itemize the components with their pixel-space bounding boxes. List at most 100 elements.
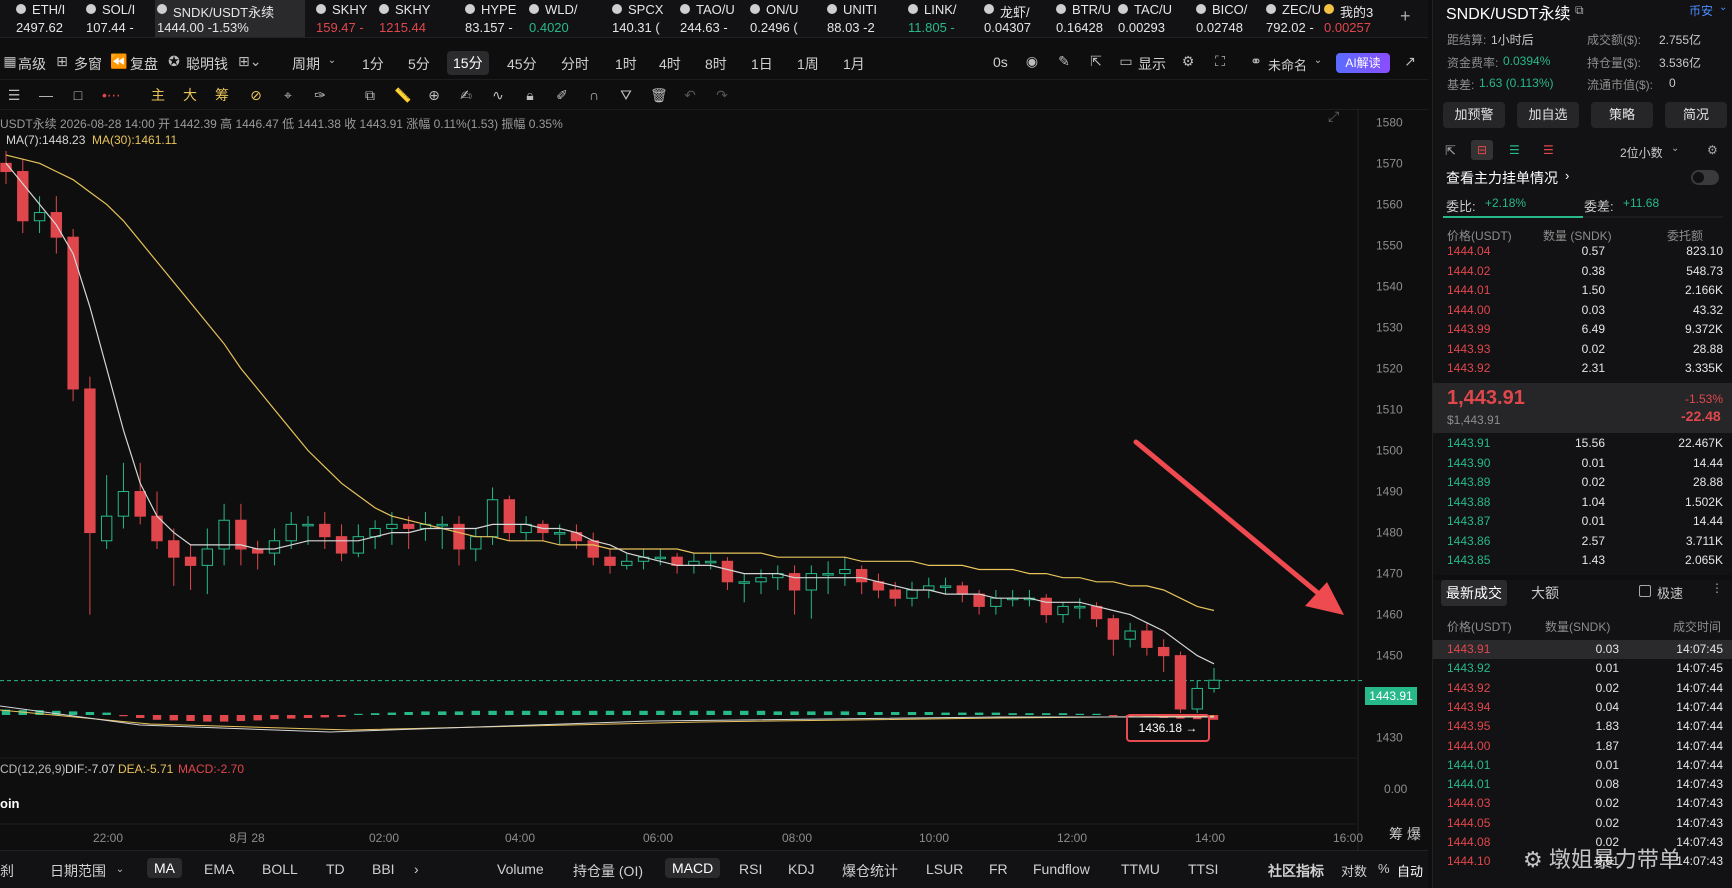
ask-row[interactable]: 1444.02 0.38 548.73 (1433, 262, 1732, 281)
more-icon[interactable]: ⋮ (1711, 581, 1723, 595)
date-range-button[interactable]: 日期范围 (50, 861, 106, 881)
copy-icon[interactable]: ⧉ (362, 87, 378, 103)
percent-toggle[interactable]: % (1378, 861, 1390, 876)
ticker-item[interactable]: ETH/I 2497.62 (14, 0, 82, 37)
ask-row[interactable]: 1444.04 0.57 823.10 (1433, 242, 1732, 261)
pen-icon[interactable]: ✎ (1056, 53, 1072, 69)
auto-scale-toggle[interactable]: 自动 (1397, 861, 1423, 880)
indicator-lsur[interactable]: LSUR (926, 861, 963, 877)
fast-label[interactable]: 极速 (1657, 583, 1683, 602)
replay-icon[interactable]: ⏪ (110, 53, 127, 69)
ticker-item[interactable]: TAC/U 0.00293 (1116, 0, 1192, 37)
display-icon[interactable]: ▭ (1118, 53, 1134, 69)
decimals-select[interactable]: 2位小数 (1620, 144, 1663, 161)
trade-row[interactable]: 1443.92 0.01 14:07:45 (1433, 659, 1732, 678)
log-scale-toggle[interactable]: 对数 (1341, 861, 1367, 880)
big-icon[interactable]: 大 (182, 87, 198, 103)
camera-icon[interactable]: ◉ (1024, 53, 1040, 69)
filter-icon[interactable]: ⛛ (618, 87, 634, 103)
trash-icon[interactable]: 🗑︎ (650, 87, 668, 103)
settings-icon[interactable]: ⚙ (1707, 143, 1718, 157)
trade-tab-latest[interactable]: 最新成交 (1441, 580, 1507, 606)
period-dropdown[interactable]: 周期 (292, 54, 320, 74)
orderbook-both-icon[interactable]: ⊟ (1471, 140, 1493, 160)
interval-15m[interactable]: 15分 (447, 51, 489, 75)
interval-1m[interactable]: 1分 (362, 54, 384, 74)
ticker-item[interactable]: SOL/I 107.44 - (84, 0, 152, 37)
ticker-item[interactable]: UNITI 88.03 -2 (825, 0, 903, 37)
horizontal-line-icon[interactable]: — (38, 87, 54, 103)
undo-icon[interactable]: ↶ (682, 87, 698, 103)
indicator-ttmu[interactable]: TTMU (1121, 861, 1160, 877)
external-icon[interactable]: ⇱ (1088, 53, 1104, 69)
settings-icon[interactable]: ⚙ (1180, 53, 1196, 69)
ticker-item[interactable]: ON/U 0.2496 ( (748, 0, 822, 37)
ticker-item[interactable]: TAO/U 244.63 - (678, 0, 746, 37)
indicator-volume[interactable]: Volume (497, 861, 544, 877)
ticker-item[interactable]: HYPE 83.157 - (463, 0, 525, 37)
indicator-fundflow[interactable]: Fundflow (1033, 861, 1090, 877)
grid-icon[interactable]: ▦ (2, 53, 18, 69)
bid-row[interactable]: 1443.87 0.01 14.44 (1433, 512, 1732, 531)
expand-chart-icon[interactable]: ⤢ (1328, 108, 1339, 125)
trade-row[interactable]: 1444.01 0.08 14:07:43 (1433, 775, 1732, 794)
display-button[interactable]: 显示 (1138, 54, 1166, 74)
orderbook-bids-icon[interactable]: ☰ (1509, 143, 1520, 157)
ask-row[interactable]: 1444.00 0.03 43.32 (1433, 301, 1732, 320)
bid-row[interactable]: 1443.86 2.57 3.711K (1433, 532, 1732, 551)
indicator-icon[interactable]: ⊞⌄ (238, 53, 261, 69)
marker-icon[interactable]: ✍ (458, 87, 474, 103)
community-indicators[interactable]: 社区指标 (1268, 861, 1324, 881)
ticker-item[interactable]: BICO/0.02748 (1194, 0, 1262, 37)
trade-row[interactable]: 1444.05 0.02 14:07:43 (1433, 814, 1732, 833)
fullscreen-icon[interactable]: ⛶ (1212, 53, 1228, 69)
add-watchlist-button[interactable]: 加自选 (1517, 102, 1579, 128)
link-icon[interactable]: ⚭ (1248, 53, 1264, 69)
interval-8h[interactable]: 8时 (705, 54, 727, 74)
interval-4h[interactable]: 4时 (659, 54, 681, 74)
ask-row[interactable]: 1443.92 2.31 3.335K (1433, 359, 1732, 378)
ticker-item[interactable]: WLD/0.4020 (527, 0, 609, 37)
ask-row[interactable]: 1443.99 6.49 9.372K (1433, 320, 1732, 339)
trade-tab-large[interactable]: 大额 (1531, 583, 1559, 603)
toolbar-replay[interactable]: 复盘 (130, 54, 158, 74)
trade-row[interactable]: 1444.01 0.01 14:07:44 (1433, 756, 1732, 775)
trade-row[interactable]: 1444.00 1.87 14:07:44 (1433, 737, 1732, 756)
crosshair-icon[interactable]: ⌖ (280, 87, 296, 103)
indicator-macd[interactable]: MACD (665, 858, 721, 878)
ticker-item[interactable]: SNDK/USDT永续 1444.00 -1.53% (155, 0, 305, 37)
bid-row[interactable]: 1443.90 0.01 14.44 (1433, 454, 1732, 473)
interval-1w[interactable]: 1周 (797, 54, 819, 74)
layout-name[interactable]: 未命名 (1268, 55, 1307, 74)
ticker-item[interactable]: LINK/11.805 - (906, 0, 978, 37)
trade-row[interactable]: 1443.91 0.03 14:07:45 (1433, 640, 1732, 659)
ruler-icon[interactable]: 📏 (394, 87, 411, 103)
share-icon[interactable]: ↗ (1402, 53, 1418, 69)
add-tab-button[interactable]: + (1400, 6, 1411, 27)
trade-row[interactable]: 1443.94 0.04 14:07:44 (1433, 698, 1732, 717)
interval-1d[interactable]: 1日 (751, 54, 773, 74)
trade-row[interactable]: 1444.03 0.02 14:07:43 (1433, 794, 1732, 813)
overview-button[interactable]: 简况 (1665, 102, 1727, 128)
indicator-oi[interactable]: 持仓量 (OI) (573, 861, 643, 881)
brush-icon[interactable]: ✑ (312, 87, 328, 103)
ticker-item[interactable]: 龙虾/0.04307 (982, 0, 1054, 37)
bottom-left-label[interactable]: 刹 (0, 861, 14, 881)
indicator-liquidation[interactable]: 爆仓统计 (842, 861, 898, 881)
rectangle-icon[interactable]: □ (70, 87, 86, 103)
zoom-icon[interactable]: ⊕ (426, 87, 442, 103)
ask-row[interactable]: 1443.93 0.02 28.88 (1433, 340, 1732, 359)
ticker-item[interactable]: SKHY 1215.44 (377, 0, 457, 37)
indicator-ema[interactable]: EMA (204, 861, 234, 877)
interval-45m[interactable]: 45分 (507, 54, 537, 74)
ticker-item[interactable]: ZEC/U 792.02 - (1264, 0, 1321, 37)
indicator-rsi[interactable]: RSI (739, 861, 762, 877)
chip-icon[interactable]: 筹 (214, 87, 230, 103)
indicator-kdj[interactable]: KDJ (788, 861, 814, 877)
interval-timeshare[interactable]: 分时 (561, 54, 589, 74)
redo-icon[interactable]: ↷ (714, 87, 730, 103)
candlestick-chart[interactable]: 1580 1570 1560 1550 1540 1530 1520 1510 1500 1490… (0, 108, 1428, 850)
trade-row[interactable]: 1443.95 1.83 14:07:44 (1433, 717, 1732, 736)
indicator-fr[interactable]: FR (989, 861, 1008, 877)
chart-canvas[interactable]: 1580 1570 1560 1550 1540 1530 1520 1510 1500 1490… (0, 110, 1428, 850)
